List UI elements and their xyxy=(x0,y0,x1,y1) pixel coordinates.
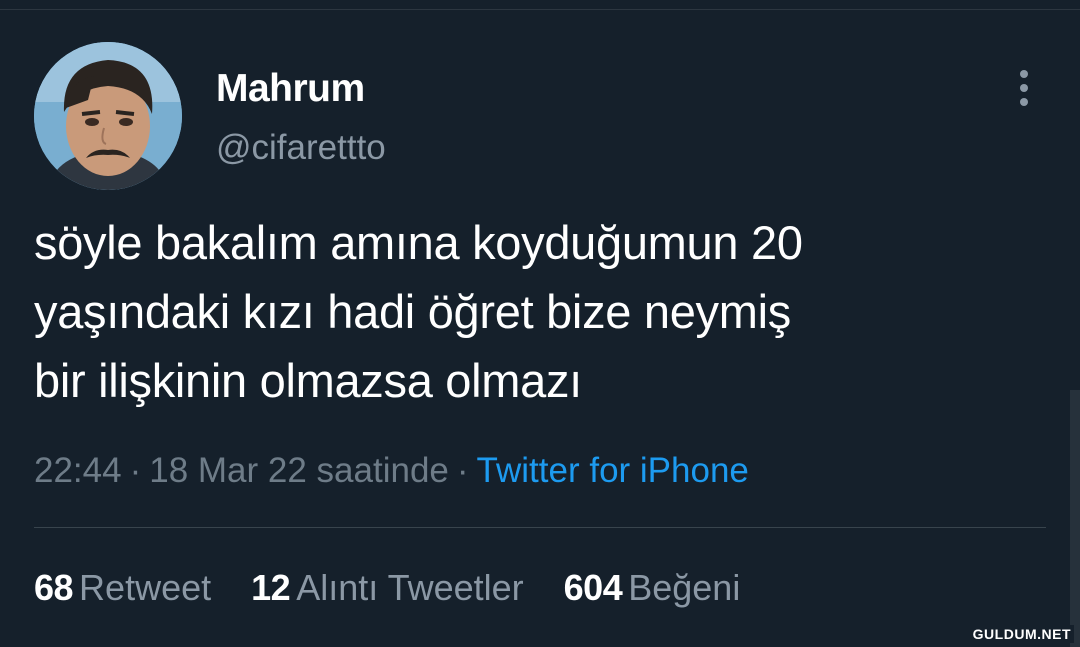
quote-count-link[interactable]: 12 Alıntı Tweetler xyxy=(251,565,524,611)
tweet-page: Mahrum @cifarettto söyle bakalım amına k… xyxy=(0,0,1080,647)
site-watermark: GULDUM.NET xyxy=(969,625,1074,643)
quote-count: 12 xyxy=(251,567,291,608)
retweet-label: Retweet xyxy=(79,567,212,608)
quote-label: Alıntı Tweetler xyxy=(296,567,524,608)
like-label: Beğeni xyxy=(628,567,741,608)
stats-divider xyxy=(34,527,1046,528)
like-count: 604 xyxy=(563,567,623,608)
retweet-count: 68 xyxy=(34,567,74,608)
top-divider xyxy=(0,9,1080,10)
more-options-icon[interactable] xyxy=(1004,66,1044,110)
tweet-date[interactable]: 18 Mar 22 saatinde xyxy=(149,451,449,490)
meta-separator: · xyxy=(456,451,469,490)
like-count-link[interactable]: 604 Beğeni xyxy=(564,565,741,611)
retweet-count-link[interactable]: 68 Retweet xyxy=(34,565,211,611)
scrollbar-thumb[interactable] xyxy=(1070,390,1080,647)
author-handle[interactable]: @cifarettto xyxy=(216,126,386,170)
tweet-text: söyle bakalım amına koyduğumun 20 yaşınd… xyxy=(34,208,1054,415)
tweet-text-line: yaşındaki kızı hadi öğret bize neymiş xyxy=(34,285,791,338)
tweet-stats: 68 Retweet 12 Alıntı Tweetler 604 Beğeni xyxy=(34,565,770,611)
tweet-time[interactable]: 22:44 xyxy=(34,451,122,490)
meta-separator: · xyxy=(129,451,142,490)
author-display-name[interactable]: Mahrum xyxy=(216,66,365,112)
avatar-photo xyxy=(34,42,182,190)
tweet-source-link[interactable]: Twitter for iPhone xyxy=(477,451,749,490)
tweet-text-line: söyle bakalım amına koyduğumun 20 xyxy=(34,216,803,269)
tweet-text-line: bir ilişkinin olmazsa olmazı xyxy=(34,354,582,407)
tweet-meta: 22:44 · 18 Mar 22 saatinde · Twitter for iPh… xyxy=(34,448,749,494)
author-avatar[interactable] xyxy=(34,42,182,190)
